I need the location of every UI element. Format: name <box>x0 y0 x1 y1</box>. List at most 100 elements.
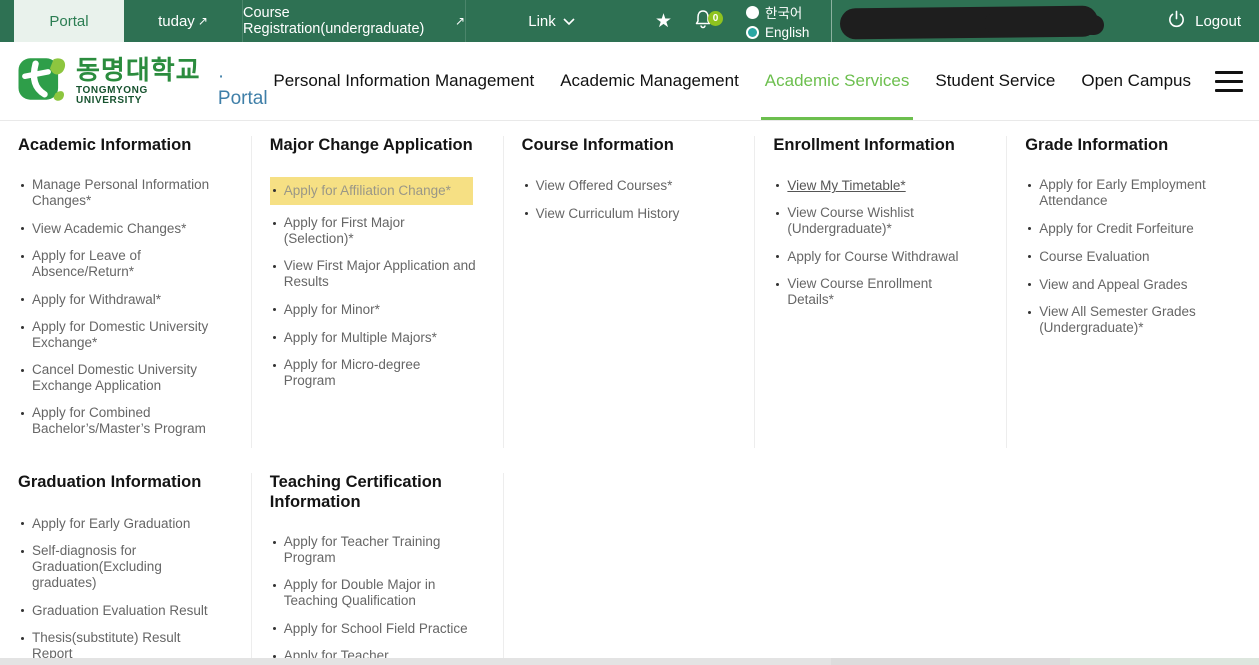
menu-section-teaching-certification: Teaching Certification Information Apply … <box>252 473 504 665</box>
menu-item[interactable]: Apply for School Field Practice <box>270 620 468 638</box>
menu-item-label: Apply for Early Employment Attendance <box>1039 177 1231 209</box>
menu-item-label: Cancel Domestic University Exchange Appl… <box>32 362 224 394</box>
menu-item[interactable]: View First Major Application and Results <box>270 258 476 291</box>
logout-button[interactable]: Logout <box>1167 0 1241 42</box>
radio-unselected-icon[interactable] <box>746 6 759 19</box>
menu-item[interactable]: View Course Enrollment Details* <box>773 276 979 309</box>
bullet-icon <box>273 222 276 225</box>
menu-item[interactable]: Apply for Withdrawal* <box>18 291 161 309</box>
menu-item[interactable]: Apply for Combined Bachelor’s/Master’s P… <box>18 405 224 438</box>
section-title: Major Change Application <box>270 136 475 155</box>
menu-item-label: Graduation Evaluation Result <box>32 603 208 619</box>
external-link-icon: ↗ <box>455 14 465 28</box>
bullet-icon <box>21 184 24 187</box>
bullet-icon <box>21 609 24 612</box>
link-dropdown-label: Link <box>528 13 556 30</box>
notifications-bell-icon[interactable]: 0 <box>694 9 712 34</box>
university-logo[interactable]: 동명대학교 TONGMYONG UNIVERSITY · Portal <box>14 42 273 120</box>
menu-item[interactable]: Apply for Minor* <box>270 301 380 319</box>
menu-item[interactable]: Apply for Micro-degree Program <box>270 357 476 390</box>
menu-item[interactable]: View Offered Courses* <box>522 177 673 195</box>
university-logo-mark-icon <box>14 52 68 111</box>
menu-item-label: Apply for Double Major in Teaching Quali… <box>284 577 476 609</box>
university-name-english: TONGMYONG UNIVERSITY <box>76 86 204 106</box>
menu-item-label: Apply for Minor* <box>284 302 380 318</box>
menu-item[interactable]: View All Semester Grades (Undergraduate)… <box>1025 304 1231 337</box>
menu-item[interactable]: Apply for Teacher Training Program <box>270 534 476 567</box>
menu-item-label: Course Evaluation <box>1039 249 1149 265</box>
menu-item-label: Apply for Teacher Training Program <box>284 534 476 566</box>
menu-item[interactable]: Apply for Double Major in Teaching Quali… <box>270 577 476 610</box>
redacted-user-info <box>840 6 1098 40</box>
menu-item-label: View Course Wishlist (Undergraduate)* <box>787 205 979 237</box>
menu-item[interactable]: Self-diagnosis for Graduation(Excluding … <box>18 543 224 592</box>
nav-item-academic-services[interactable]: Academic Services <box>765 42 910 120</box>
menu-item-label: View Course Enrollment Details* <box>787 276 979 308</box>
menu-item[interactable]: Manage Personal Information Changes* <box>18 177 224 210</box>
bullet-icon <box>273 308 276 311</box>
menu-item[interactable]: Apply for Early Employment Attendance <box>1025 177 1231 210</box>
bullet-icon <box>273 627 276 630</box>
portal-suffix-label: · Portal <box>218 66 273 110</box>
top-utility-bar: Portal tuday ↗ Course Registration(under… <box>0 0 1259 42</box>
menu-item[interactable]: Apply for Domestic University Exchange* <box>18 319 224 352</box>
power-icon <box>1167 10 1186 33</box>
empty-column <box>1007 473 1259 665</box>
menu-item[interactable]: View Course Wishlist (Undergraduate)* <box>773 205 979 238</box>
tuday-label: tuday <box>158 13 195 30</box>
menu-section-academic-information: Academic InformationManage Personal Info… <box>0 136 252 448</box>
menu-item-label: Apply for Credit Forfeiture <box>1039 221 1194 237</box>
empty-column <box>755 473 1007 665</box>
language-option-english[interactable]: English <box>746 25 809 40</box>
external-link-icon: ↗ <box>198 14 208 28</box>
nav-item-open-campus[interactable]: Open Campus <box>1081 42 1191 120</box>
menu-item[interactable]: Apply for Credit Forfeiture <box>1025 220 1194 238</box>
bullet-icon <box>273 336 276 339</box>
menu-item-label: View First Major Application and Results <box>284 258 476 290</box>
menu-item[interactable]: View My Timetable* <box>773 177 905 195</box>
menu-item-label: View My Timetable* <box>787 178 905 194</box>
radio-selected-icon[interactable] <box>746 26 759 39</box>
menu-item-label: View Academic Changes* <box>32 221 186 237</box>
menu-item[interactable]: Apply for First Major (Selection)* <box>270 215 476 248</box>
course-registration-label: Course Registration(undergraduate) <box>243 5 452 37</box>
bullet-icon <box>525 212 528 215</box>
menu-item[interactable]: Cancel Domestic University Exchange Appl… <box>18 362 224 395</box>
menu-item[interactable]: Apply for Multiple Majors* <box>270 329 437 347</box>
menu-item[interactable]: Apply for Affiliation Change* <box>270 177 473 205</box>
favorites-star-icon[interactable]: ★ <box>655 10 672 33</box>
menu-item-label: Apply for Leave of Absence/Return* <box>32 248 224 280</box>
hamburger-menu-icon[interactable] <box>1215 42 1243 120</box>
menu-item-label: Apply for Combined Bachelor’s/Master’s P… <box>32 405 224 437</box>
menu-item[interactable]: Apply for Course Withdrawal <box>773 248 958 266</box>
menu-item-label: Apply for Affiliation Change* <box>284 183 451 199</box>
menu-section-course-information: Course InformationView Offered Courses*V… <box>504 136 756 448</box>
bullet-icon <box>776 184 779 187</box>
menu-item[interactable]: View and Appeal Grades <box>1025 276 1187 294</box>
menu-item[interactable]: Apply for Early Graduation <box>18 515 190 533</box>
nav-item-student-service[interactable]: Student Service <box>935 42 1055 120</box>
section-title: Teaching Certification Information <box>270 473 475 512</box>
language-option-korean[interactable]: 한국어 <box>746 2 809 22</box>
menu-item-label: Manage Personal Information Changes* <box>32 177 224 209</box>
notification-count-badge: 0 <box>708 11 723 26</box>
menu-item[interactable]: Graduation Evaluation Result <box>18 602 208 620</box>
bullet-icon <box>21 550 24 553</box>
nav-item-academic-management[interactable]: Academic Management <box>560 42 739 120</box>
language-switcher: 한국어 English <box>746 2 809 40</box>
nav-item-personal-information-management[interactable]: Personal Information Management <box>273 42 534 120</box>
menu-item-label: Apply for Domestic University Exchange* <box>32 319 224 351</box>
bullet-icon <box>273 541 276 544</box>
menu-section-grade-information: Grade InformationApply for Early Employm… <box>1007 136 1259 448</box>
bullet-icon <box>1028 227 1031 230</box>
portal-tab[interactable]: Portal <box>14 0 124 42</box>
bullet-icon <box>1028 311 1031 314</box>
course-registration-link[interactable]: Course Registration(undergraduate) ↗ <box>243 0 466 42</box>
menu-item[interactable]: View Academic Changes* <box>18 220 186 238</box>
link-dropdown[interactable]: Link <box>466 0 637 42</box>
menu-item[interactable]: Apply for Leave of Absence/Return* <box>18 248 224 281</box>
menu-item-label: Apply for Early Graduation <box>32 516 190 532</box>
menu-item[interactable]: View Curriculum History <box>522 205 680 223</box>
tuday-link[interactable]: tuday ↗ <box>124 0 243 42</box>
menu-item[interactable]: Course Evaluation <box>1025 248 1149 266</box>
